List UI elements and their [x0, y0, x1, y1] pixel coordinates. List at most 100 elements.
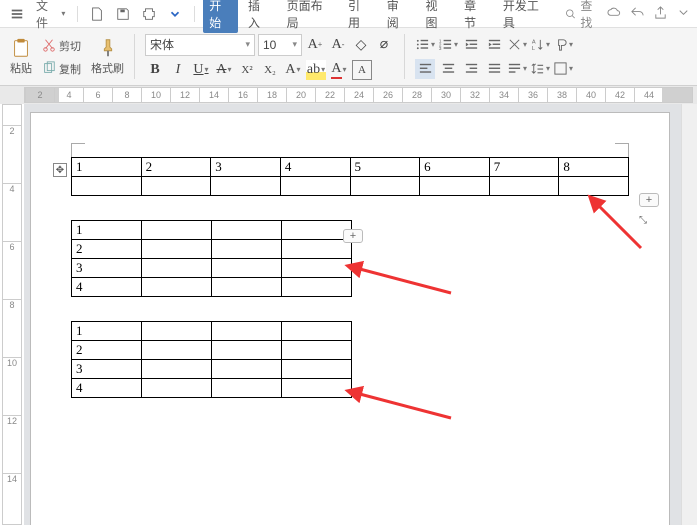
vertical-scrollbar[interactable] [681, 104, 697, 525]
font-size-combo[interactable]: 10▾ [258, 34, 302, 56]
tab-page-layout[interactable]: 页面布局 [281, 0, 338, 33]
table-cell[interactable]: 5 [350, 158, 420, 177]
horizontal-ruler[interactable]: 2468101214161820222426283032343638404244 [24, 87, 693, 103]
table-cell[interactable]: 2 [72, 341, 142, 360]
tab-start[interactable]: 开始 [203, 0, 238, 33]
sort-button[interactable]: AL▾ [530, 35, 550, 55]
print-icon[interactable] [138, 5, 160, 23]
undo-icon[interactable] [630, 5, 645, 23]
table-cell[interactable] [141, 177, 211, 196]
table-cell[interactable] [142, 259, 212, 278]
table-cell[interactable] [212, 221, 282, 240]
bullets-button[interactable]: ▾ [415, 35, 435, 55]
table-2[interactable]: 1234 [71, 220, 352, 297]
table-3[interactable]: 1234 [71, 321, 352, 398]
table-cell[interactable] [212, 379, 282, 398]
table-cell[interactable]: 1 [72, 221, 142, 240]
grow-font-button[interactable]: A+ [305, 35, 325, 55]
table-cell[interactable] [142, 278, 212, 297]
table-cell[interactable] [282, 240, 352, 259]
paste-icon[interactable] [10, 37, 32, 59]
table-cell[interactable] [142, 379, 212, 398]
strike-button[interactable]: A▾ [214, 60, 234, 80]
underline-button[interactable]: U▾ [191, 60, 211, 80]
table-1[interactable]: 12345678 [71, 157, 629, 196]
table-cell[interactable] [282, 379, 352, 398]
table-cell[interactable] [212, 278, 282, 297]
table-cell[interactable] [212, 240, 282, 259]
shrink-font-button[interactable]: A- [328, 35, 348, 55]
table-move-handle-icon[interactable]: ✥ [53, 163, 67, 177]
table-cell[interactable] [212, 360, 282, 379]
indent-inc-button[interactable] [484, 35, 504, 55]
tab-review[interactable]: 审阅 [381, 0, 416, 33]
table-cell[interactable] [489, 177, 559, 196]
tab-reference[interactable]: 引用 [342, 0, 377, 33]
align-right-button[interactable] [461, 59, 481, 79]
table-cell[interactable]: 6 [420, 158, 490, 177]
table-cell[interactable]: 1 [72, 322, 142, 341]
table-cell[interactable] [350, 177, 420, 196]
font-name-combo[interactable]: 宋体▾ [145, 34, 255, 56]
table-cell[interactable]: 8 [559, 158, 629, 177]
shading-button[interactable]: ▾ [553, 59, 573, 79]
bold-button[interactable]: B [145, 60, 165, 80]
char-border-button[interactable]: A [352, 60, 372, 80]
table-cell[interactable] [282, 360, 352, 379]
table-cell[interactable] [142, 360, 212, 379]
style-c-button[interactable]: ⌀ [374, 35, 394, 55]
table-cell[interactable] [282, 259, 352, 278]
subscript-button[interactable]: X₂ [260, 60, 280, 80]
new-doc-icon[interactable] [86, 5, 108, 23]
tab-chapter[interactable]: 章节 [458, 0, 493, 33]
chevron-icon[interactable] [676, 5, 691, 23]
table-cell[interactable] [142, 341, 212, 360]
numbering-button[interactable]: 123▾ [438, 35, 458, 55]
format-painter-group[interactable]: 格式刷 [87, 32, 128, 81]
table-cell[interactable] [282, 278, 352, 297]
table-cell[interactable]: 1 [72, 158, 142, 177]
font-color-button[interactable]: A▾ [329, 60, 349, 80]
table-cell[interactable] [212, 259, 282, 278]
save-icon[interactable] [112, 5, 134, 23]
table-cell[interactable] [212, 322, 282, 341]
table-cell[interactable]: 4 [72, 379, 142, 398]
menu-icon[interactable] [6, 5, 28, 23]
tab-view[interactable]: 视图 [419, 0, 454, 33]
superscript-button[interactable]: X² [237, 60, 257, 80]
file-menu[interactable]: 文件▾ [32, 0, 69, 33]
table-cell[interactable]: 3 [211, 158, 281, 177]
align-center-button[interactable] [438, 59, 458, 79]
cloud-icon[interactable] [607, 5, 622, 23]
vertical-ruler[interactable]: 2468101214 [2, 104, 22, 525]
resize-handle-icon[interactable]: ⤡ [639, 215, 647, 226]
table-cell[interactable] [212, 341, 282, 360]
table-cell[interactable]: 2 [141, 158, 211, 177]
table-cell[interactable]: 2 [72, 240, 142, 259]
add-col-button[interactable]: + [639, 193, 659, 207]
italic-button[interactable]: I [168, 60, 188, 80]
table-cell[interactable] [142, 221, 212, 240]
cut-button[interactable]: 剪切 [42, 37, 81, 54]
document-area[interactable]: ✥ 12345678 + + ⤡ 1234 1234 [24, 104, 681, 525]
align-justify-button[interactable] [484, 59, 504, 79]
table-cell[interactable] [211, 177, 281, 196]
distribute-button[interactable]: ▾ [507, 59, 527, 79]
asian-layout-button[interactable]: ▾ [507, 35, 527, 55]
table-cell[interactable]: 7 [489, 158, 559, 177]
showmarks-button[interactable]: ▾ [553, 35, 573, 55]
table-cell[interactable] [280, 177, 350, 196]
tab-insert[interactable]: 插入 [242, 0, 277, 33]
share-icon[interactable] [653, 5, 668, 23]
table-cell[interactable] [142, 240, 212, 259]
table-cell[interactable]: 3 [72, 360, 142, 379]
copy-button[interactable]: 复制 [42, 60, 81, 77]
indent-dec-button[interactable] [461, 35, 481, 55]
table-cell[interactable]: 4 [72, 278, 142, 297]
table-cell[interactable] [282, 322, 352, 341]
more-qat-icon[interactable] [164, 5, 186, 23]
align-left-button[interactable] [415, 59, 435, 79]
table-cell[interactable]: 4 [280, 158, 350, 177]
table-cell[interactable] [282, 341, 352, 360]
table-cell[interactable] [282, 221, 352, 240]
